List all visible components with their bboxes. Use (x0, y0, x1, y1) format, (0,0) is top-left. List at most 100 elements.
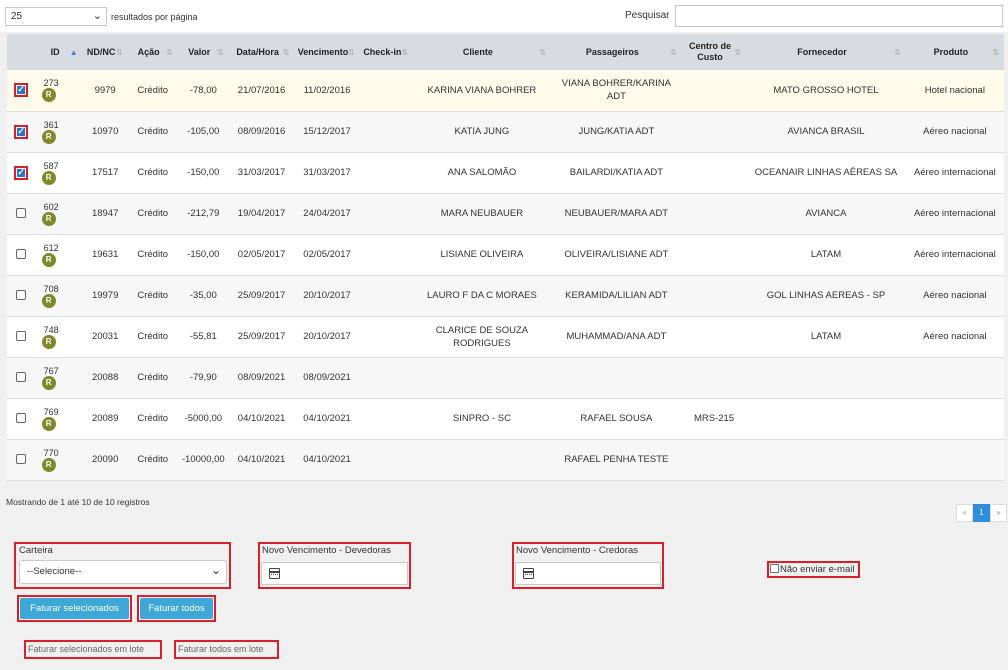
column-header-vencimento[interactable]: Vencimento ⇅ (294, 34, 359, 70)
sort-icon[interactable]: ⇅ (116, 47, 123, 58)
column-header-id[interactable]: ID ▲ (36, 34, 83, 70)
carteira-select[interactable]: --Selecione-- ⌄ (19, 560, 227, 584)
sort-icon[interactable]: ⇅ (217, 47, 224, 58)
cell-forn: MATO GROSSO HOTEL (773, 84, 879, 96)
status-badge: R (41, 375, 56, 390)
sort-icon[interactable]: ⇅ (283, 47, 290, 58)
status-badge: R (41, 129, 56, 144)
calendar-icon[interactable] (269, 568, 280, 579)
column-header-cliente[interactable]: Cliente ⇅ (413, 34, 551, 70)
id-cell: 767 R (36, 357, 83, 398)
table-row[interactable]: 587R 17517 Crédito -150,00 31/03/2017 31/03/2… (7, 152, 1004, 193)
cell-forn (746, 439, 906, 480)
faturar-selecionados-lote-button[interactable]: Faturar selecionados em lote (28, 644, 144, 654)
cell-data: 21/07/2016 (237, 84, 286, 96)
row-id[interactable]: 769 (44, 407, 81, 417)
column-header-centro-custo[interactable]: Centro de Custo ⇅ (682, 34, 746, 70)
row-id[interactable]: 767 (44, 366, 81, 376)
table-row[interactable]: 602 R 18947 Crédito -212,79 19/04/2017 24/04/2… (7, 193, 1004, 234)
column-header-produto[interactable]: Produto ⇅ (906, 34, 1004, 70)
faturar-todos-button[interactable]: Faturar todos (140, 598, 213, 619)
column-header-valor[interactable]: Valor ⇅ (178, 34, 229, 70)
cell-venc: 20/10/2017 (303, 331, 351, 342)
cell-prod: Aéreo nacional (923, 126, 987, 137)
row-id[interactable]: 770 (44, 448, 81, 458)
no-email-label: Não enviar e-mail (780, 564, 855, 575)
row-checkbox[interactable] (16, 249, 27, 260)
row-select-cell (7, 316, 36, 357)
row-id[interactable]: 602 (44, 202, 81, 212)
calendar-icon[interactable] (523, 568, 534, 579)
row-select-cell (7, 275, 36, 316)
pager-prev-button[interactable]: « (956, 504, 973, 522)
search-input[interactable] (675, 5, 1003, 27)
cell-venc: 04/10/2021 (303, 454, 351, 465)
cell-nd: 20090 (91, 454, 119, 465)
row-checkbox[interactable] (14, 165, 29, 180)
cell-nd: 20089 (91, 413, 119, 424)
sort-icon[interactable]: ⇅ (401, 47, 408, 58)
sort-icon[interactable]: ⇅ (166, 47, 173, 58)
row-checkbox[interactable] (16, 290, 27, 301)
row-id[interactable]: 612 (44, 243, 81, 253)
faturar-todos-lote-button[interactable]: Faturar todos em lote (178, 644, 264, 654)
row-checkbox[interactable] (16, 372, 27, 383)
table-row[interactable]: 767 R 20088 Crédito -79,90 08/09/2021 08/09/20… (7, 357, 1004, 398)
column-header-passageiros[interactable]: Passageiros ⇅ (551, 34, 682, 70)
row-id[interactable]: 748 (44, 325, 81, 335)
cell-valor: -35,00 (189, 290, 217, 301)
cell-checkin (360, 398, 413, 439)
row-id[interactable]: 587 (44, 161, 81, 171)
row-checkbox[interactable] (16, 413, 27, 424)
table-row[interactable]: 273R 9979 Crédito -78,00 21/07/2016 11/02/201… (7, 70, 1004, 111)
row-id[interactable]: 361 (44, 120, 81, 130)
pager-page-1[interactable]: 1 (973, 504, 990, 522)
row-id[interactable]: 708 (44, 284, 81, 294)
column-header-data-hora[interactable]: Data/Hora ⇅ (229, 34, 294, 70)
row-checkbox[interactable] (14, 124, 29, 139)
table-row[interactable]: 769 R 20089 Crédito -5000,00 04/10/2021 04/10/… (7, 398, 1004, 439)
cell-pass: RAFAEL SOUSA (580, 413, 653, 424)
column-header-fornecedor[interactable]: Fornecedor ⇅ (746, 34, 906, 70)
sort-icon[interactable]: ⇅ (894, 47, 901, 58)
cell-cliente: LAURO F DA C MORAES (427, 290, 537, 301)
sort-icon[interactable]: ⇅ (992, 47, 999, 58)
row-id[interactable]: 273 (44, 78, 81, 88)
cell-data: 08/09/2016 (237, 126, 286, 137)
row-select-cell (7, 398, 36, 439)
row-checkbox[interactable] (14, 83, 29, 98)
faturar-selecionados-button[interactable]: Faturar selecionados (20, 598, 129, 619)
table-row[interactable]: 748 R 20031 Crédito -55,81 25/09/2017 20/10/20… (7, 316, 1004, 357)
no-email-checkbox[interactable] (770, 564, 779, 573)
cell-prod: Aéreo nacional (923, 290, 987, 301)
cell-acao: Crédito (137, 372, 168, 383)
column-header-acao[interactable]: Ação ⇅ (128, 34, 178, 70)
table-row[interactable]: 708 R 19979 Crédito -35,00 25/09/2017 20/10/20… (7, 275, 1004, 316)
cell-pass: NEUBAUER/MARA ADT (564, 208, 669, 219)
cell-cc (682, 439, 746, 480)
pagination: « 1 » (956, 504, 1007, 522)
no-email-option[interactable]: Não enviar e-mail (770, 564, 854, 575)
sort-asc-icon[interactable]: ▲ (70, 47, 78, 58)
sort-icon[interactable]: ⇅ (348, 47, 355, 58)
page-size-select[interactable]: 25 ⌄ (5, 7, 107, 26)
sort-icon[interactable]: ⇅ (539, 47, 546, 58)
pager-next-button[interactable]: » (990, 504, 1007, 522)
column-header-check-in[interactable]: Check-in ⇅ (360, 34, 413, 70)
table-row[interactable]: 770 R 20090 Crédito -10000,00 04/10/2021 04/10… (7, 439, 1004, 480)
row-checkbox[interactable] (16, 454, 27, 465)
cell-venc: 20/10/2017 (303, 290, 351, 301)
venc-devedoras-input[interactable] (261, 562, 408, 585)
row-checkbox[interactable] (16, 208, 27, 219)
cell-cliente (413, 439, 551, 480)
cell-prod (906, 398, 1004, 439)
column-header-label: Fornecedor (797, 46, 847, 57)
venc-credoras-input[interactable] (515, 562, 661, 585)
sort-icon[interactable]: ⇅ (670, 47, 677, 58)
column-header-nd-nc[interactable]: ND/NC ⇅ (83, 34, 128, 70)
sort-icon[interactable]: ⇅ (735, 47, 742, 58)
table-row[interactable]: 361R 10970 Crédito -105,00 08/09/2016 15/12/2… (7, 111, 1004, 152)
table-row[interactable]: 612 R 19631 Crédito -150,00 02/05/2017 02/05/2… (7, 234, 1004, 275)
row-checkbox[interactable] (16, 331, 27, 342)
row-select-cell (7, 152, 36, 193)
